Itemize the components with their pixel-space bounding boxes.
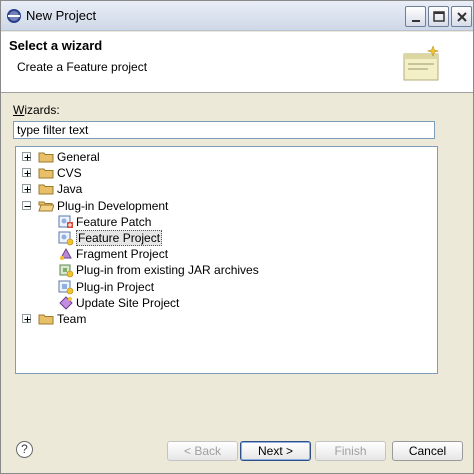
wizard-banner: Select a wizard Create a Feature project (1, 32, 473, 93)
wizards-label: Wizards: (13, 103, 60, 117)
tree-item-label: Feature Project (76, 230, 163, 246)
maximize-icon (433, 11, 445, 22)
next-button[interactable]: Next > (240, 441, 311, 461)
expand-icon[interactable] (22, 168, 31, 178)
tree-item-label: CVS (57, 166, 82, 181)
plugin-jar-icon (58, 262, 74, 278)
cancel-button[interactable]: Cancel (392, 441, 463, 461)
maximize-button[interactable] (428, 6, 449, 27)
tree-item-label: Feature Patch (76, 214, 152, 229)
window-title: New Project (26, 8, 97, 23)
finish-button[interactable]: Finish (315, 441, 386, 461)
collapse-icon[interactable] (22, 200, 31, 210)
close-button[interactable] (451, 6, 472, 27)
eclipse-icon (6, 8, 22, 24)
close-icon (457, 12, 467, 22)
folder-icon (38, 165, 54, 181)
wizard-tree[interactable]: General CVS Java Plug-in Development Feature… (15, 146, 438, 374)
help-button[interactable]: ? (16, 441, 33, 458)
back-button[interactable]: < Back (167, 441, 238, 461)
tree-item-label: General (57, 150, 100, 164)
fragment-project-icon (58, 246, 74, 262)
plugin-project-icon (58, 279, 74, 295)
feature-project-icon (58, 230, 74, 246)
filter-input[interactable] (13, 121, 435, 139)
new-project-window: New Project Select a wizard Create a Fea… (0, 0, 474, 474)
banner-description: Create a Feature project (17, 60, 148, 74)
expand-icon[interactable] (22, 184, 31, 194)
wizard-banner-icon (401, 44, 441, 84)
tree-item-label: Plug-in from existing JAR archives (76, 263, 259, 278)
tree-item-label: Update Site Project (76, 295, 180, 310)
folder-icon (38, 149, 54, 165)
title-bar: New Project (1, 1, 473, 31)
minimize-button[interactable] (405, 6, 426, 27)
minimize-icon (412, 20, 420, 22)
folder-icon (38, 311, 54, 327)
help-icon: ? (21, 442, 28, 456)
expand-icon[interactable] (22, 152, 31, 161)
tree-item-label: Java (57, 182, 83, 197)
tree-item-label: Plug-in Development (57, 198, 169, 213)
tree-item-label: Fragment Project (76, 247, 169, 262)
expand-icon[interactable] (22, 314, 31, 323)
tree-item-label: Plug-in Project (76, 279, 155, 294)
tree-item-label: Team (57, 312, 87, 326)
folder-icon (38, 181, 54, 197)
feature-patch-icon (58, 214, 74, 230)
folder-open-icon (38, 198, 55, 214)
update-site-icon (58, 295, 74, 311)
banner-title: Select a wizard (9, 38, 103, 53)
